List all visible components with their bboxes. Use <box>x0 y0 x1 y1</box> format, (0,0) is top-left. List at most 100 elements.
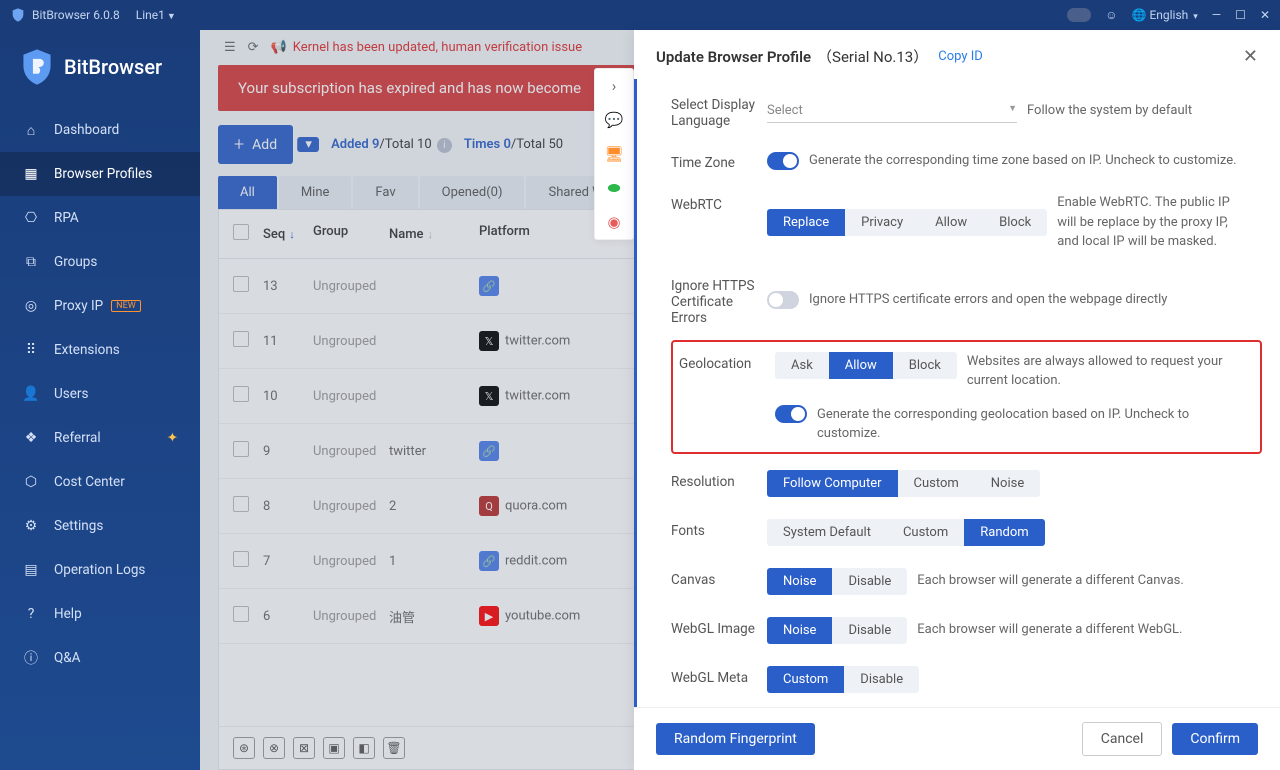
sidebar-item-referral[interactable]: ❖Referral✦ <box>0 416 200 460</box>
fonts-segment: System Default Custom Random <box>767 519 1045 546</box>
toggle-pill-icon[interactable]: ⬬ <box>603 179 625 197</box>
sidebar-label: Cost Center <box>54 474 125 490</box>
desc-https: Ignore HTTPS certificate errors and open… <box>809 290 1262 310</box>
desc-timezone: Generate the corresponding time zone bas… <box>809 151 1262 171</box>
geo-allow[interactable]: Allow <box>829 352 893 379</box>
display-icon[interactable]: 🖥 <box>603 145 625 163</box>
sidebar-label: Extensions <box>54 342 120 358</box>
drawer-footer: Random Fingerprint Cancel Confirm <box>634 707 1280 770</box>
app-title: BitBrowser 6.0.8 <box>32 8 120 22</box>
sidebar-label: Users <box>54 386 88 402</box>
sidebar-label: Browser Profiles <box>54 166 152 182</box>
res-custom[interactable]: Custom <box>898 470 975 497</box>
maximize-icon[interactable]: ☐ <box>1235 8 1246 22</box>
theme-toggle-icon[interactable] <box>1067 8 1091 22</box>
row-fonts: Fonts System Default Custom Random <box>671 511 1262 560</box>
row-webrtc: WebRTC Replace Privacy Allow Block Enabl… <box>671 185 1262 266</box>
canvas-disable[interactable]: Disable <box>832 568 907 595</box>
sidebar-item-cost-center[interactable]: ⬡Cost Center <box>0 460 200 504</box>
sidebar-icon: ⓘ <box>22 649 40 667</box>
label-canvas: Canvas <box>671 568 767 595</box>
label-geolocation: Geolocation <box>679 352 775 444</box>
row-language: Select Display Language Select▼ Follow t… <box>671 85 1262 143</box>
webrtc-allow[interactable]: Allow <box>919 209 983 236</box>
sidebar-item-help[interactable]: ?Help <box>0 592 200 636</box>
sidebar-icon: ? <box>22 605 40 623</box>
sidebar-item-users[interactable]: 👤Users <box>0 372 200 416</box>
fonts-custom[interactable]: Custom <box>887 519 964 546</box>
cancel-button[interactable]: Cancel <box>1082 722 1163 756</box>
sidebar-label: Q&A <box>54 650 81 666</box>
webglm-custom[interactable]: Custom <box>767 666 844 693</box>
sidebar-item-settings[interactable]: ⚙Settings <box>0 504 200 548</box>
desc-webrtc: Enable WebRTC. The public IP will be rep… <box>1057 193 1247 252</box>
sidebar-icon: ⌂ <box>22 121 40 139</box>
desc-language: Follow the system by default <box>1027 101 1262 121</box>
row-canvas: Canvas Noise Disable Each browser will g… <box>671 560 1262 609</box>
row-webgl-image: WebGL Image Noise Disable Each browser w… <box>671 609 1262 658</box>
update-profile-drawer: Update Browser Profile （Serial No.13） Co… <box>634 30 1280 770</box>
confirm-button[interactable]: Confirm <box>1172 723 1258 755</box>
sidebar-icon: ▦ <box>22 165 40 183</box>
webglm-disable[interactable]: Disable <box>844 666 919 693</box>
fonts-random[interactable]: Random <box>964 519 1044 546</box>
app-logo-icon <box>10 7 26 23</box>
sidebar-icon: ❖ <box>22 429 40 447</box>
res-follow[interactable]: Follow Computer <box>767 470 898 497</box>
webrtc-block[interactable]: Block <box>983 209 1047 236</box>
drawer-header: Update Browser Profile （Serial No.13） Co… <box>634 30 1280 79</box>
sidebar-item-proxy-ip[interactable]: ◎Proxy IPNEW <box>0 284 200 328</box>
canvas-noise[interactable]: Noise <box>767 568 832 595</box>
feedback-icon[interactable]: ☺ <box>1105 8 1117 22</box>
timezone-toggle[interactable] <box>767 152 799 170</box>
title-bar: BitBrowser 6.0.8 Line1▼ ☺ 🌐 English ▾ — … <box>0 0 1280 30</box>
label-language: Select Display Language <box>671 93 767 129</box>
desc-webgl-image: Each browser will generate a different W… <box>917 620 1262 640</box>
sidebar-item-groups[interactable]: ⧉ Groups <box>0 240 200 284</box>
webgli-noise[interactable]: Noise <box>767 617 832 644</box>
desc-geolocation2: Generate the corresponding geolocation b… <box>817 405 1254 444</box>
res-noise[interactable]: Noise <box>975 470 1040 497</box>
geolocation-ip-toggle[interactable] <box>775 405 807 423</box>
language-select[interactable]: Select▼ <box>767 99 1017 123</box>
sidebar-item-q&a[interactable]: ⓘ Q&A <box>0 636 200 680</box>
sparkle-icon: ✦ <box>167 430 178 446</box>
sidebar-label: Groups <box>54 254 97 270</box>
sidebar-item-operation-logs[interactable]: ▤ Operation Logs <box>0 548 200 592</box>
drawer-close-icon[interactable]: ✕ <box>1243 46 1258 67</box>
row-timezone: Time Zone Generate the corresponding tim… <box>671 143 1262 185</box>
sidebar-label: Operation Logs <box>54 562 145 578</box>
line-selector[interactable]: Line1▼ <box>136 8 176 22</box>
chevron-right-icon[interactable]: › <box>603 77 625 95</box>
geo-block[interactable]: Block <box>893 352 957 379</box>
chat-icon[interactable]: 💬 <box>603 111 625 129</box>
sidebar-icon: ⎔ <box>22 209 40 227</box>
brand-text: BitBrowser <box>64 55 162 79</box>
sidebar-icon: ▤ <box>22 561 40 579</box>
row-https: Ignore HTTPS Certificate Errors Ignore H… <box>671 266 1262 340</box>
webrtc-privacy[interactable]: Privacy <box>845 209 919 236</box>
brand: BitBrowser <box>0 30 200 108</box>
desc-canvas: Each browser will generate a different C… <box>917 571 1262 591</box>
brand-shield-icon <box>20 48 54 86</box>
language-selector[interactable]: 🌐 English ▾ <box>1132 8 1198 22</box>
sidebar-item-extensions[interactable]: ⠿Extensions <box>0 328 200 372</box>
fonts-system[interactable]: System Default <box>767 519 887 546</box>
webrtc-replace[interactable]: Replace <box>767 209 845 236</box>
drawer-serial: （Serial No.13） <box>817 46 928 67</box>
sidebar-item-browser-profiles[interactable]: ▦ Browser Profiles <box>0 152 200 196</box>
sidebar-icon: ⧉ <box>22 253 40 271</box>
fingerprint-icon[interactable]: ◉ <box>603 213 625 231</box>
geo-ask[interactable]: Ask <box>775 352 829 379</box>
sidebar-item-rpa[interactable]: ⎔RPA <box>0 196 200 240</box>
canvas-segment: Noise Disable <box>767 568 907 595</box>
https-toggle[interactable] <box>767 291 799 309</box>
close-icon[interactable]: ✕ <box>1260 8 1270 22</box>
webgli-disable[interactable]: Disable <box>832 617 907 644</box>
copy-id-link[interactable]: Copy ID <box>938 49 983 64</box>
random-fingerprint-button[interactable]: Random Fingerprint <box>656 723 815 755</box>
webgl-meta-segment: Custom Disable <box>767 666 919 693</box>
webgl-image-segment: Noise Disable <box>767 617 907 644</box>
sidebar-item-dashboard[interactable]: ⌂Dashboard <box>0 108 200 152</box>
minimize-icon[interactable]: — <box>1212 8 1221 22</box>
